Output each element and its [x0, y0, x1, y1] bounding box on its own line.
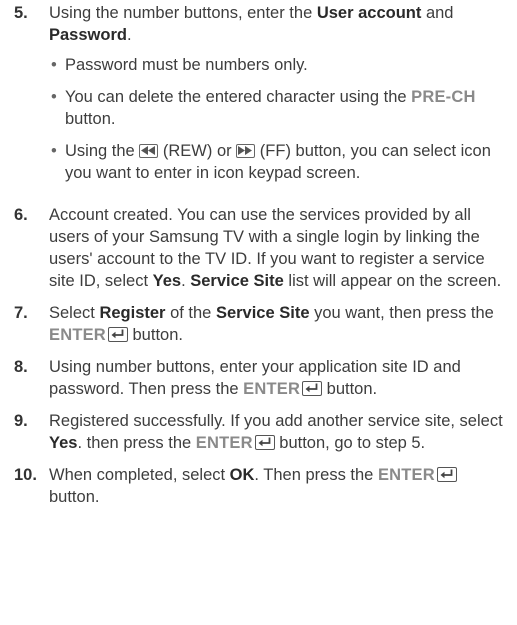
step-number: 10.	[14, 466, 37, 484]
note-item: Using the (REW) or (FF) button, you can …	[49, 140, 509, 184]
step-text: Using the number buttons, enter the	[49, 4, 317, 22]
step-number: 5.	[14, 4, 28, 22]
step-text: . then press the	[77, 434, 196, 452]
note-text: You can delete the entered character usi…	[65, 88, 412, 106]
step-text: button.	[322, 380, 378, 398]
step-10: 10. When completed, select OK. Then pres…	[14, 464, 509, 508]
step-text: list will appear on the screen.	[283, 272, 502, 290]
note-list: Password must be numbers only. You can d…	[49, 54, 509, 184]
bold-term: Register	[99, 304, 166, 322]
enter-return-icon	[107, 327, 128, 342]
step-text: .	[181, 272, 191, 290]
step-body: Account created. You can use the service…	[49, 204, 509, 292]
step-text: .	[126, 26, 132, 44]
step-text: When completed, select	[49, 466, 230, 484]
bold-term: User account	[316, 4, 422, 22]
step-body: Registered successfully. If you add anot…	[49, 410, 509, 454]
note-item: Password must be numbers only.	[49, 54, 509, 76]
bold-term: Yes	[49, 434, 78, 452]
step-body: When completed, select OK. Then press th…	[49, 464, 509, 508]
step-text: button, go to step 5.	[274, 434, 426, 452]
step-text: . Then press the	[254, 466, 378, 484]
pre-ch-key-label: PRE-CH	[411, 88, 476, 106]
step-text: button.	[49, 488, 100, 506]
fast-forward-icon	[236, 144, 256, 158]
step-8: 8. Using number buttons, enter your appl…	[14, 356, 509, 400]
note-item: You can delete the entered character usi…	[49, 86, 509, 130]
step-number: 8.	[14, 358, 28, 376]
step-text: Select	[49, 304, 100, 322]
step-number: 6.	[14, 206, 28, 224]
bold-term: Service Site	[190, 272, 284, 290]
bold-term: Yes	[152, 272, 182, 290]
step-body: Using the number buttons, enter the User…	[49, 2, 509, 194]
enter-key-label: ENTER	[195, 434, 253, 452]
note-text: (REW) or	[158, 142, 237, 160]
step-6: 6. Account created. You can use the serv…	[14, 204, 509, 292]
instruction-page: 5. Using the number buttons, enter the U…	[0, 0, 517, 508]
step-9: 9. Registered successfully. If you add a…	[14, 410, 509, 454]
enter-key-label: ENTER	[243, 380, 301, 398]
step-text: you want, then press the	[309, 304, 494, 322]
step-text: and	[421, 4, 454, 22]
enter-return-icon	[302, 381, 323, 396]
note-text: Using the	[65, 142, 140, 160]
enter-key-label: ENTER	[49, 326, 106, 344]
rewind-icon	[139, 144, 159, 158]
note-text: Password must be numbers only.	[65, 56, 308, 74]
step-text: of the	[165, 304, 216, 322]
enter-return-icon	[436, 467, 457, 482]
step-body: Select Register of the Service Site you …	[49, 302, 509, 346]
bold-term: Service Site	[215, 304, 310, 322]
step-text: Registered successfully. If you add anot…	[49, 412, 503, 430]
step-text: button.	[127, 326, 183, 344]
step-7: 7. Select Register of the Service Site y…	[14, 302, 509, 346]
bold-term: OK	[229, 466, 255, 484]
note-text: button.	[65, 110, 116, 128]
step-body: Using number buttons, enter your applica…	[49, 356, 509, 400]
step-number: 7.	[14, 304, 28, 322]
step-number: 9.	[14, 412, 28, 430]
bold-term: Password	[49, 26, 127, 44]
enter-return-icon	[254, 435, 275, 450]
step-5: 5. Using the number buttons, enter the U…	[14, 2, 509, 194]
enter-key-label: ENTER	[377, 466, 435, 484]
